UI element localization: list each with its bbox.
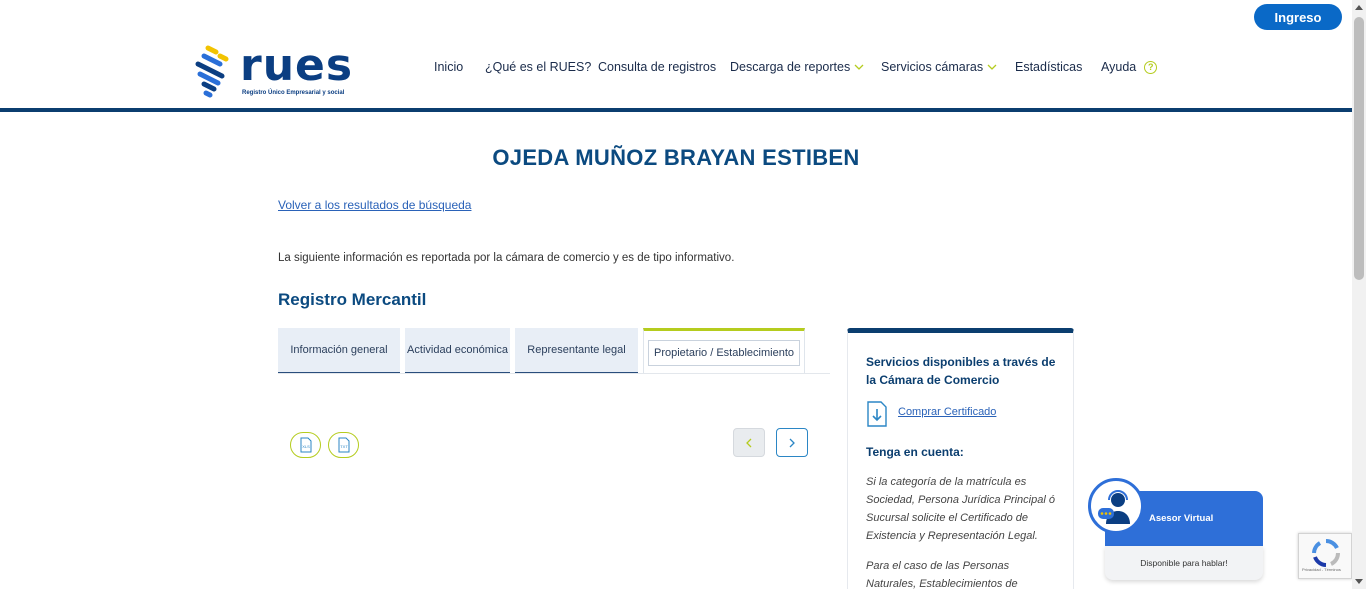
info-notice: La siguiente información es reportada po… xyxy=(278,252,735,264)
previous-page-button[interactable] xyxy=(733,428,765,457)
notice-paragraph: Si la categoría de la matrícula es Socie… xyxy=(866,476,1055,542)
txt-file-icon: TXT xyxy=(338,437,349,453)
scroll-up-arrow-icon[interactable] xyxy=(1355,5,1363,10)
nav-inicio[interactable]: Inicio xyxy=(434,60,463,74)
nav-label: Estadísticas xyxy=(1015,60,1083,74)
chevron-down-icon xyxy=(987,64,997,70)
tab-informacion-general[interactable]: Información general xyxy=(278,328,400,374)
download-txt-button[interactable]: TXT xyxy=(328,432,359,458)
nav-label: ¿Qué es el RUES? xyxy=(485,60,592,74)
recaptcha-badge[interactable]: Privacidad - Términos xyxy=(1298,533,1352,579)
chevron-left-icon xyxy=(746,438,752,447)
rues-logo[interactable]: rues Registro Único Empresarial y social xyxy=(194,42,354,102)
assistant-avatar xyxy=(1088,478,1144,534)
help-circle-icon: ? xyxy=(1144,60,1158,74)
tab-propietario-establecimiento[interactable]: Propietario / Establecimiento xyxy=(643,328,805,374)
chevron-right-icon xyxy=(789,438,795,447)
virtual-assistant-widget[interactable]: Asesor Virtual Disponible para hablar! xyxy=(1088,478,1264,580)
services-panel-title: Servicios disponibles a través de la Cám… xyxy=(866,355,1056,387)
page: Ingreso rues Registro Único Empresarial … xyxy=(0,0,1366,589)
tab-label: Propietario / Establecimiento xyxy=(647,339,800,366)
section-title: Registro Mercantil xyxy=(278,290,427,309)
recaptcha-icon xyxy=(1312,538,1341,567)
tab-label: Actividad económica xyxy=(407,344,508,356)
nav-descarga-reportes[interactable]: Descarga de reportes xyxy=(730,60,864,74)
xls-file-icon: XLS xyxy=(300,437,311,453)
nav-consulta-registros[interactable]: Consulta de registros xyxy=(598,60,716,74)
nav-servicios-camaras[interactable]: Servicios cámaras xyxy=(881,60,997,74)
chevron-down-icon xyxy=(854,64,864,70)
tab-actividad-economica[interactable]: Actividad económica xyxy=(405,328,510,374)
nav-estadisticas[interactable]: Estadísticas xyxy=(1015,60,1082,74)
nav-label: Consulta de registros xyxy=(598,60,717,74)
login-button[interactable]: Ingreso xyxy=(1254,4,1342,30)
logo-subtitle: Registro Único Empresarial y social xyxy=(242,90,345,96)
logo-mark-icon xyxy=(195,45,229,98)
nav-label: Inicio xyxy=(434,60,464,74)
download-xls-button[interactable]: XLS xyxy=(290,432,321,458)
notice-paragraph: Para el caso de las Personas Naturales, … xyxy=(866,560,1018,589)
page-scrollbar[interactable] xyxy=(1352,0,1366,589)
xls-label: XLS xyxy=(302,444,310,449)
chat-status: Disponible para hablar! xyxy=(1105,546,1263,580)
scroll-down-arrow-icon[interactable] xyxy=(1355,579,1363,584)
tabs-divider xyxy=(278,373,830,374)
logo-wordmark: rues xyxy=(240,40,354,91)
nav-label: Descarga de reportes xyxy=(730,60,851,74)
headset-agent-icon xyxy=(1098,490,1130,524)
download-certificate-icon[interactable] xyxy=(866,401,888,427)
txt-label: TXT xyxy=(340,444,348,449)
tab-label: Información general xyxy=(290,344,388,356)
nav-label: Ayuda xyxy=(1101,60,1137,74)
tab-label: Representante legal xyxy=(527,344,626,356)
buy-certificate-link[interactable]: Comprar Certificado xyxy=(898,406,996,418)
header-divider xyxy=(0,108,1352,112)
recaptcha-footer[interactable]: Privacidad - Términos xyxy=(1302,567,1341,572)
nav-que-es-rues[interactable]: ¿Qué es el RUES? xyxy=(485,60,591,74)
nav-label: Servicios cámaras xyxy=(881,60,984,74)
notice-heading: Tenga en cuenta: xyxy=(866,445,964,459)
nav-ayuda[interactable]: Ayuda ? xyxy=(1101,60,1158,74)
tab-representante-legal[interactable]: Representante legal xyxy=(515,328,638,374)
next-page-button[interactable] xyxy=(776,428,808,457)
page-title: OJEDA MUÑOZ BRAYAN ESTIBEN xyxy=(492,145,860,170)
back-to-results-link[interactable]: Volver a los resultados de búsqueda xyxy=(278,198,471,212)
scroll-thumb[interactable] xyxy=(1354,17,1364,280)
services-panel: Servicios disponibles a través de la Cám… xyxy=(847,328,1074,589)
